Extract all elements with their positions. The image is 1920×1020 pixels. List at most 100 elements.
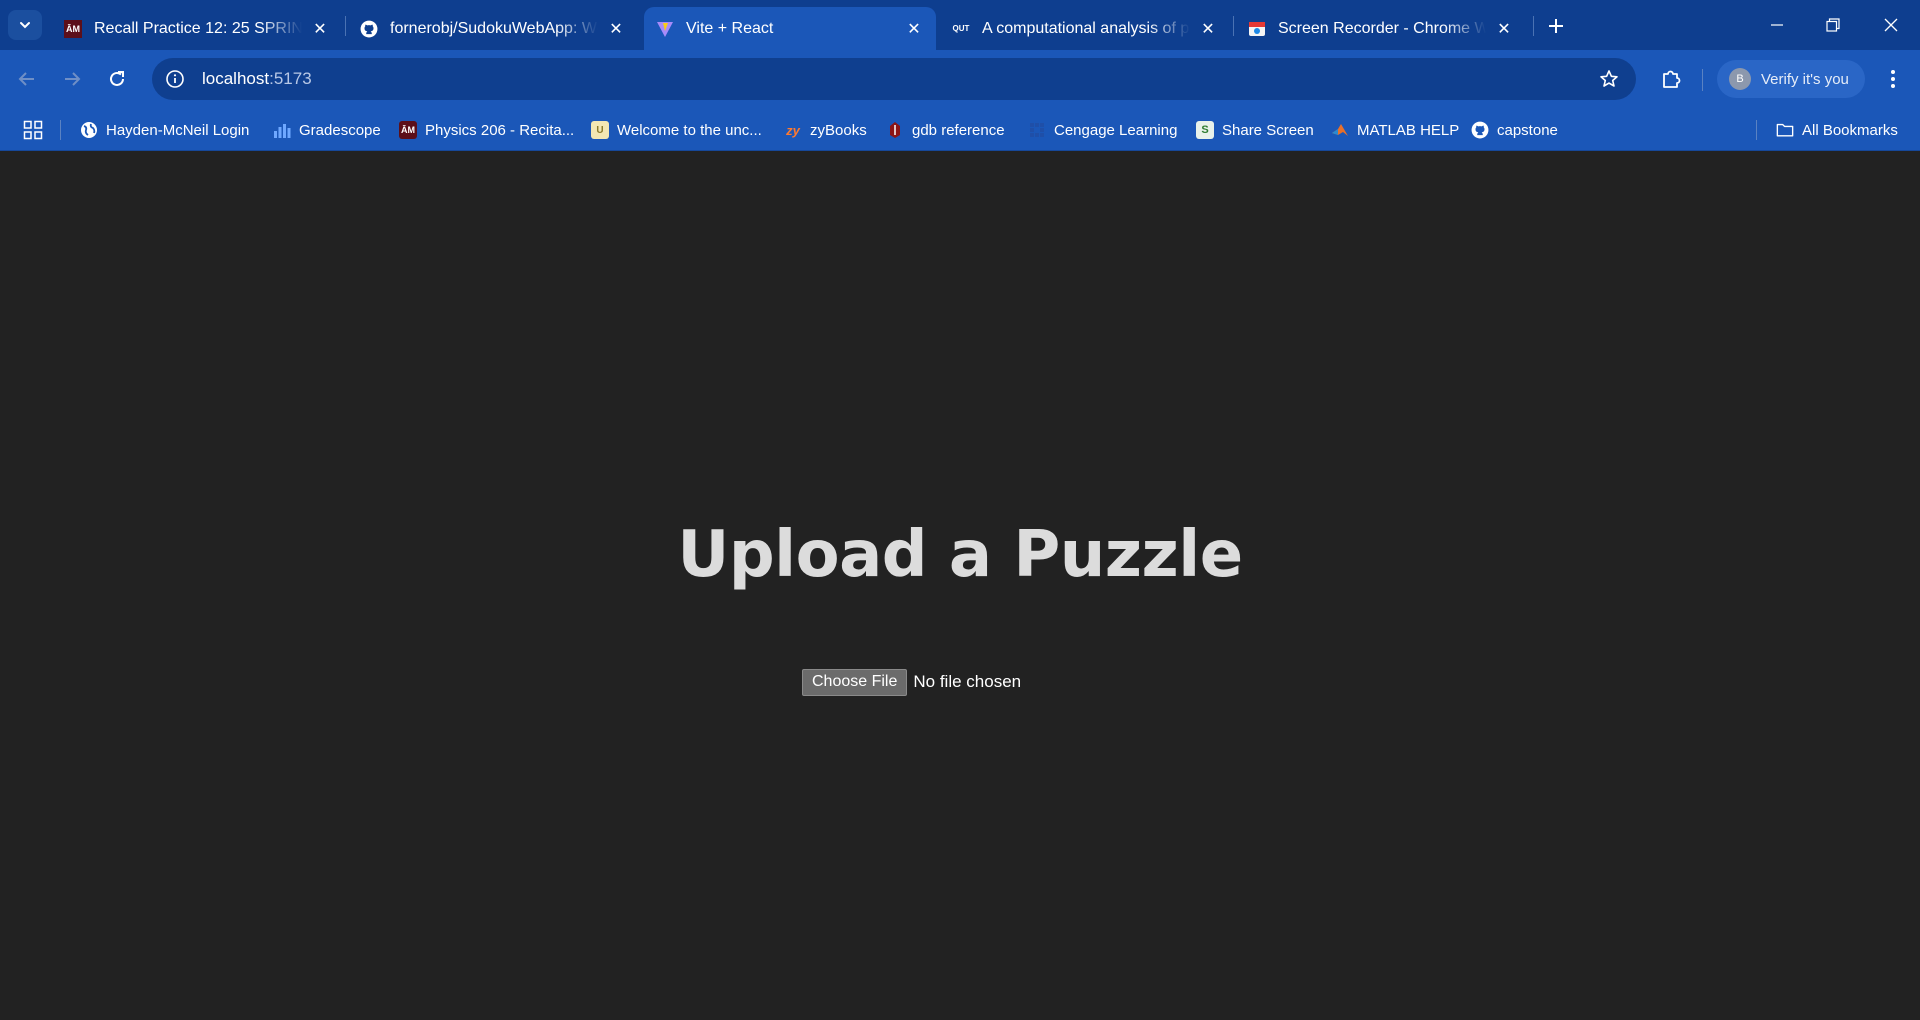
document-icon: U [591, 121, 609, 139]
bookmark-label: Hayden-McNeil Login [106, 121, 250, 139]
all-bookmarks-label: All Bookmarks [1802, 121, 1898, 139]
bookmark-label: gdb reference [912, 121, 1005, 139]
tab-computational-analysis[interactable]: QUT A computational analysis of potentia… [940, 7, 1230, 50]
puzzle-icon [1663, 70, 1681, 88]
tab-separator [1233, 16, 1234, 36]
bookmark-label: Gradescope [299, 121, 381, 139]
close-icon[interactable]: ✕ [606, 19, 626, 39]
qut-icon: QUT [952, 24, 970, 33]
profile-button[interactable]: B Verify it's you [1717, 60, 1865, 98]
bookmark-matlab-help[interactable]: MATLAB HELP [1331, 117, 1459, 143]
tab-separator [1533, 16, 1534, 36]
tab-title: Vite + React [686, 19, 774, 37]
bookmark-label: zyBooks [810, 121, 867, 139]
bookmark-label: Cengage Learning [1054, 121, 1178, 139]
plus-icon [1549, 19, 1563, 33]
new-tab-button[interactable] [1542, 12, 1570, 40]
apps-button[interactable] [22, 119, 44, 141]
bookmarks-separator [1756, 120, 1757, 140]
avatar: B [1729, 68, 1751, 90]
tab-title: A computational analysis of potential [982, 19, 1190, 37]
bookmark-cengage[interactable]: Cengage Learning [1028, 117, 1177, 143]
tab-separator [345, 16, 346, 36]
bookmarks-bar: Hayden-McNeil Login Gradescope ĀM Physic… [0, 108, 1920, 151]
restore-button[interactable] [1813, 8, 1853, 42]
browser-toolbar: localhost:5173 B Verify it's you [0, 50, 1920, 108]
close-icon [1884, 18, 1898, 32]
minimize-button[interactable] [1757, 8, 1797, 42]
stanford-icon [886, 121, 904, 139]
url-text: localhost:5173 [202, 69, 312, 89]
bookmark-gdb-reference[interactable]: gdb reference [886, 117, 1005, 143]
tab-title: Screen Recorder - Chrome Web Store [1278, 19, 1486, 37]
bookmark-label: Share Screen [1222, 121, 1314, 139]
gradescope-icon [273, 121, 291, 139]
globe-icon [80, 121, 98, 139]
close-icon[interactable]: ✕ [310, 19, 330, 39]
bookmark-hayden-mcneil[interactable]: Hayden-McNeil Login [80, 117, 249, 143]
bookmark-label: Welcome to the unc... [617, 121, 762, 139]
file-status-text: No file chosen [913, 672, 1022, 691]
tab-screen-recorder[interactable]: Screen Recorder - Chrome Web Store ✕ [1236, 7, 1526, 50]
close-window-button[interactable] [1871, 8, 1911, 42]
url-port: :5173 [269, 69, 312, 88]
tab-title: Recall Practice 12: 25 SPRING CHEM [94, 19, 302, 37]
folder-icon [1776, 121, 1794, 139]
github-icon [1471, 121, 1489, 139]
profile-label: Verify it's you [1761, 70, 1849, 88]
extensions-button[interactable] [1654, 62, 1688, 96]
tamu-icon: ĀM [64, 19, 82, 38]
cengage-icon [1028, 121, 1046, 139]
bookmark-star-button[interactable] [1596, 66, 1622, 92]
info-icon [166, 70, 184, 88]
tab-vite-react[interactable]: Vite + React ✕ [644, 7, 936, 50]
reload-button[interactable] [100, 62, 134, 96]
toolbar-separator [1702, 69, 1703, 91]
bookmark-label: capstone [1497, 121, 1558, 139]
chevron-down-icon [20, 22, 30, 29]
tab-sudoku-github[interactable]: fornerobj/SudokuWebApp: Web ✕ [348, 7, 638, 50]
share-screen-icon: S [1196, 121, 1214, 139]
page-title: Upload a Puzzle [677, 518, 1243, 592]
all-bookmarks-button[interactable]: All Bookmarks [1776, 117, 1898, 143]
github-icon [360, 20, 378, 38]
tamu-icon: ĀM [399, 121, 417, 139]
tab-search-button[interactable] [8, 10, 42, 40]
site-info-button[interactable] [158, 62, 192, 96]
bookmark-physics-206[interactable]: ĀM Physics 206 - Recita... [399, 117, 574, 143]
file-input[interactable]: Choose File No file chosen [802, 668, 1021, 696]
more-vertical-icon [1891, 70, 1895, 88]
close-icon[interactable]: ✕ [1494, 19, 1514, 39]
arrow-right-icon [65, 72, 81, 86]
bookmark-welcome-unc[interactable]: U Welcome to the unc... [591, 117, 762, 143]
bookmarks-separator [60, 120, 61, 140]
address-bar[interactable]: localhost:5173 [152, 58, 1636, 100]
chrome-menu-button[interactable] [1876, 62, 1910, 96]
tab-strip: ĀM Recall Practice 12: 25 SPRING CHEM ✕ … [0, 0, 1920, 50]
forward-button[interactable] [55, 62, 89, 96]
tab-recall-practice[interactable]: ĀM Recall Practice 12: 25 SPRING CHEM ✕ [52, 7, 342, 50]
apps-grid-icon [23, 120, 43, 140]
screen-recorder-icon [1248, 20, 1266, 38]
arrow-left-icon [18, 72, 34, 86]
vite-icon [656, 20, 674, 38]
matlab-icon [1331, 121, 1349, 139]
star-icon [1600, 70, 1618, 87]
bookmark-capstone[interactable]: capstone [1471, 117, 1558, 143]
page-content: Upload a Puzzle Choose File No file chos… [0, 151, 1920, 1020]
close-icon[interactable]: ✕ [904, 19, 924, 39]
restore-icon [1826, 18, 1840, 32]
minimize-icon [1771, 24, 1783, 26]
bookmark-label: Physics 206 - Recita... [425, 121, 575, 139]
tab-title: fornerobj/SudokuWebApp: Web [390, 19, 598, 37]
url-host: localhost [202, 69, 270, 88]
bookmark-zybooks[interactable]: zy zyBooks [784, 117, 867, 143]
bookmark-label: MATLAB HELP [1357, 121, 1460, 139]
bookmark-gradescope[interactable]: Gradescope [273, 117, 381, 143]
back-button[interactable] [10, 62, 44, 96]
bookmark-share-screen[interactable]: S Share Screen [1196, 117, 1314, 143]
close-icon[interactable]: ✕ [1198, 19, 1218, 39]
choose-file-button[interactable]: Choose File [802, 668, 908, 696]
reload-icon [110, 71, 124, 86]
zybooks-icon: zy [786, 122, 800, 138]
